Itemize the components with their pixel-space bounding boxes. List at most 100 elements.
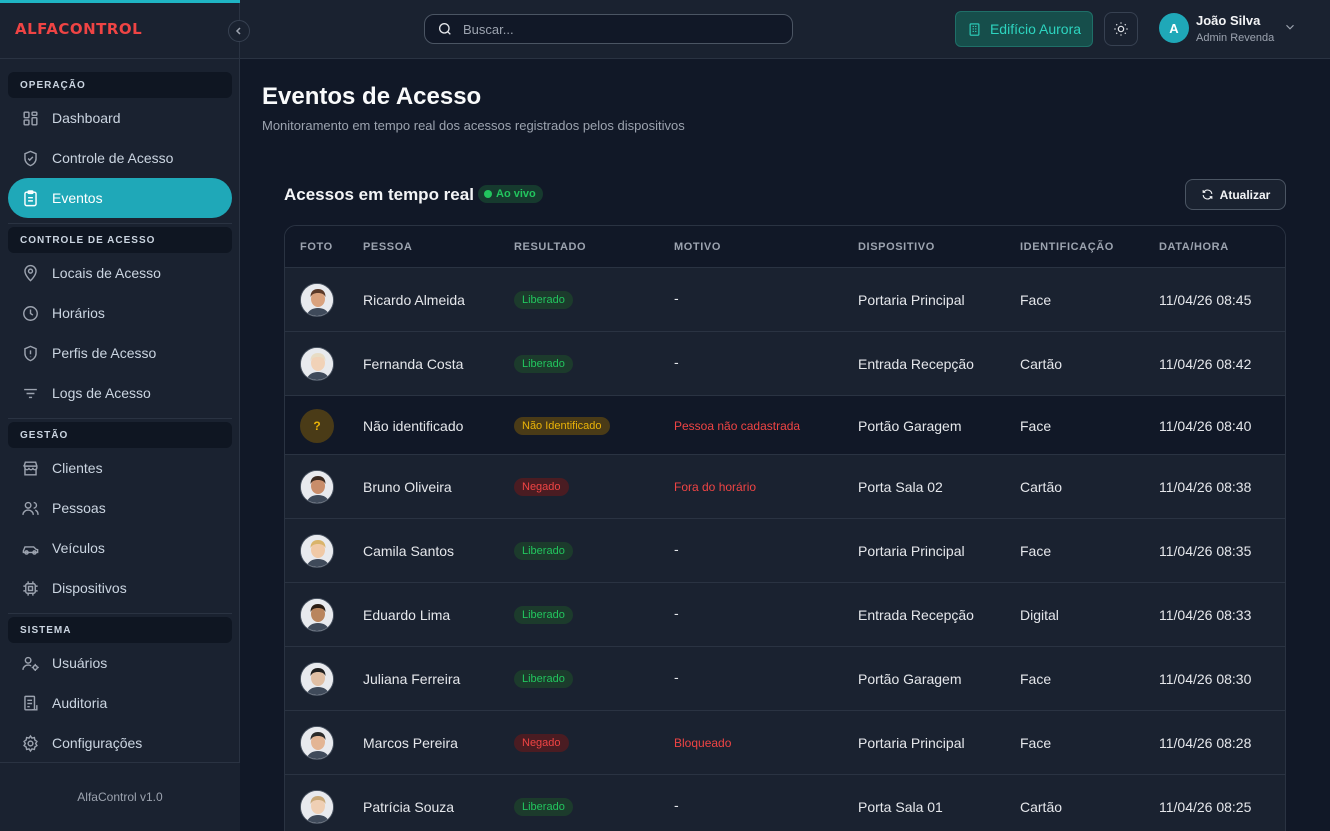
sidebar-item-configuracoes[interactable]: Configurações (8, 723, 232, 762)
table-row[interactable]: ? Não identificado Não Identificado Pessoa … (285, 396, 1285, 455)
avatar[interactable] (300, 598, 334, 632)
sidebar-item-horarios[interactable]: Horários (8, 293, 232, 333)
reason-text: Fora do horário (674, 480, 757, 494)
page-title: Eventos de Acesso (262, 83, 482, 110)
status-badge: Liberado (514, 606, 573, 624)
sidebar-item-usuarios[interactable]: Usuários (8, 643, 232, 683)
sidebar: ALFACONTROL OPERAÇÃO Dashboard Controle de… (0, 0, 240, 831)
event-datetime: 11/04/26 08:25 (1159, 799, 1252, 815)
identification-method: Face (1020, 735, 1052, 751)
column-header[interactable]: RESULTADO (514, 241, 586, 253)
column-header[interactable]: PESSOA (363, 241, 412, 253)
sidebar-collapse-button[interactable] (228, 20, 250, 42)
chip-icon (23, 580, 38, 596)
reason-text: - (674, 354, 679, 370)
person-name: Patrícia Souza (363, 799, 455, 815)
reason-text: - (674, 669, 679, 685)
reason-text: - (674, 290, 679, 306)
column-header[interactable]: DATA/HORA (1159, 241, 1229, 253)
dashboard-icon (23, 110, 38, 126)
user-cog-icon (22, 656, 39, 671)
clipboard-icon (24, 189, 37, 206)
chevron-left-icon (235, 27, 241, 35)
sidebar-item-label: Dispositivos (52, 580, 127, 596)
building-name: Edifício Aurora (989, 21, 1082, 37)
person-name: Bruno Oliveira (363, 479, 452, 495)
table-row[interactable]: Juliana Ferreira Liberado - Portão Garagem F… (285, 647, 1285, 711)
sidebar-item-auditoria[interactable]: Auditoria (8, 683, 232, 723)
sidebar-item-veiculos[interactable]: Veículos (8, 528, 232, 568)
sidebar-item-perfis-de-acesso[interactable]: Perfis de Acesso (8, 333, 232, 373)
reason-text: - (674, 541, 679, 557)
sidebar-item-controle-de-acesso[interactable]: Controle de Acesso (8, 138, 232, 178)
column-header[interactable]: DISPOSITIVO (858, 241, 935, 253)
user-role: Admin Revenda (1196, 32, 1275, 44)
avatar[interactable] (300, 790, 334, 824)
identification-method: Face (1020, 417, 1052, 434)
sidebar-item-logs-de-acesso[interactable]: Logs de Acesso (8, 373, 232, 413)
column-header[interactable]: FOTO (300, 241, 333, 253)
refresh-button[interactable]: Atualizar (1185, 179, 1286, 210)
filter-lines-icon (24, 388, 37, 398)
person-name: Ricardo Almeida (363, 292, 465, 308)
sidebar-item-clientes[interactable]: Clientes (8, 448, 232, 488)
avatar[interactable] (300, 470, 334, 504)
sidebar-item-dashboard[interactable]: Dashboard (8, 98, 232, 138)
brand-logo[interactable]: ALFACONTROL (15, 20, 142, 40)
users-icon (22, 501, 39, 515)
user-avatar[interactable]: A (1159, 13, 1189, 43)
person-name: Juliana Ferreira (363, 671, 461, 687)
avatar[interactable] (300, 662, 334, 696)
identification-method: Cartão (1020, 479, 1063, 495)
audit-icon (24, 695, 38, 711)
status-badge: Não Identificado (514, 416, 610, 435)
divider (8, 418, 232, 419)
avatar[interactable] (300, 726, 334, 760)
sidebar-item-eventos[interactable]: Eventos (8, 178, 232, 218)
identification-method: Face (1020, 292, 1052, 308)
identification-method: Face (1020, 543, 1052, 559)
column-header[interactable]: IDENTIFICAÇÃO (1020, 241, 1114, 253)
user-name[interactable]: João Silva (1196, 13, 1260, 28)
table-row[interactable]: Bruno Oliveira Negado Fora do horário Porta… (285, 455, 1285, 519)
event-datetime: 11/04/26 08:28 (1159, 735, 1252, 751)
table-row[interactable]: Fernanda Costa Liberado - Entrada Recepção C… (285, 332, 1285, 396)
user-menu-toggle[interactable] (1283, 20, 1297, 34)
search-input[interactable] (463, 21, 763, 37)
status-badge: Liberado (514, 542, 573, 560)
unknown-person-icon[interactable]: ? (300, 408, 334, 443)
device-name: Portão Garagem (858, 417, 962, 434)
event-datetime: 11/04/26 08:35 (1159, 543, 1252, 559)
person-photo-image (301, 535, 333, 567)
avatar[interactable] (300, 347, 334, 381)
device-name: Portaria Principal (858, 735, 965, 751)
sidebar-item-locais-de-acesso[interactable]: Locais de Acesso (8, 253, 232, 293)
page-subtitle: Monitoramento em tempo real dos acessos … (262, 118, 685, 133)
app-version: AlfaControl v1.0 (0, 762, 240, 831)
live-dot-icon (484, 190, 492, 198)
search-box[interactable] (424, 14, 793, 44)
avatar[interactable] (300, 534, 334, 568)
table-row[interactable]: Camila Santos Liberado - Portaria Principal… (285, 519, 1285, 583)
divider (8, 223, 232, 224)
event-datetime: 11/04/26 08:45 (1159, 292, 1252, 308)
live-badge: Ao vivo (478, 185, 543, 203)
car-icon (22, 545, 39, 555)
sidebar-item-pessoas[interactable]: Pessoas (8, 488, 232, 528)
theme-toggle-button[interactable] (1104, 12, 1138, 46)
live-badge-label: Ao vivo (496, 188, 536, 200)
device-name: Entrada Recepção (858, 356, 974, 372)
table-row[interactable]: Marcos Pereira Negado Bloqueado Portaria Pr… (285, 711, 1285, 775)
event-datetime: 11/04/26 08:33 (1159, 607, 1252, 623)
table-row[interactable]: Ricardo Almeida Liberado - Portaria Princip… (285, 268, 1285, 332)
sidebar-item-label: Clientes (52, 460, 103, 476)
table-row[interactable]: Patrícia Souza Liberado - Porta Sala 01 Cart… (285, 775, 1285, 831)
building-selector-button[interactable]: Edifício Aurora (955, 11, 1093, 47)
sun-icon (1114, 22, 1128, 36)
search-icon (439, 23, 451, 35)
sidebar-item-dispositivos[interactable]: Dispositivos (8, 568, 232, 608)
table-row[interactable]: Eduardo Lima Liberado - Entrada Recepção Dig… (285, 583, 1285, 647)
avatar[interactable] (300, 283, 334, 317)
column-header[interactable]: MOTIVO (674, 241, 721, 253)
building-icon (969, 22, 980, 36)
